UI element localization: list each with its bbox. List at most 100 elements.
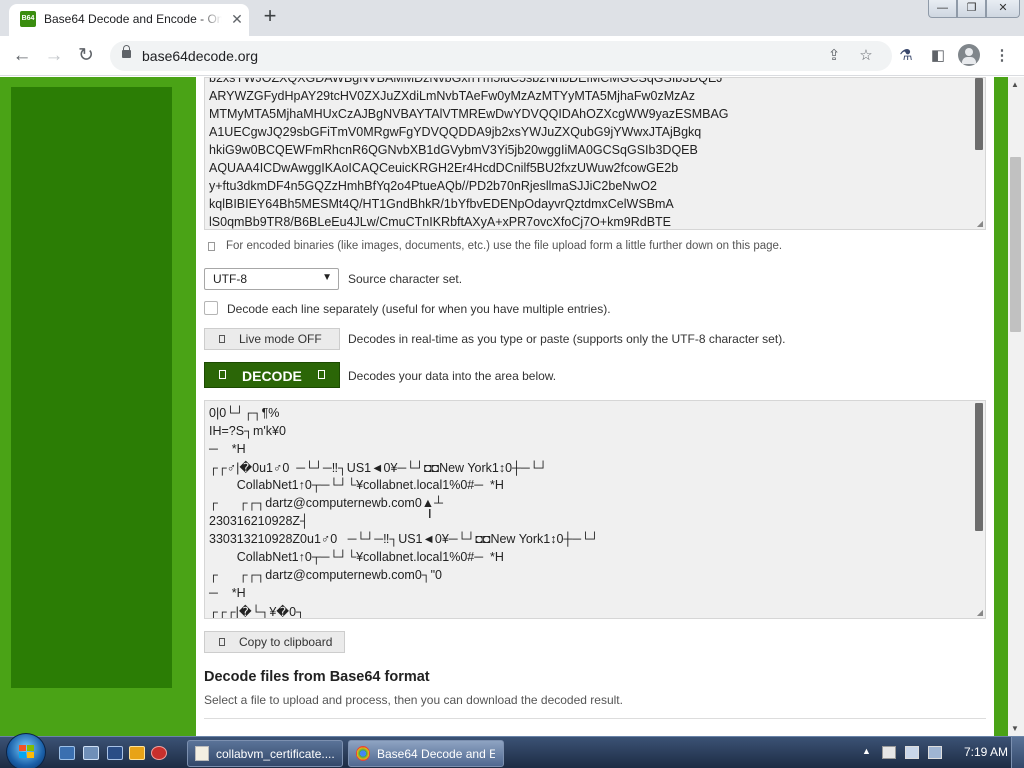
output-scrollbar-thumb[interactable] — [975, 403, 983, 531]
input-line: b2xsYWJOZXQXGDAWBgNVBAMMDzNvbGxhYm5ldC5s… — [209, 77, 723, 85]
start-button[interactable] — [6, 733, 46, 768]
page-scrollbar-thumb[interactable] — [1010, 157, 1021, 332]
output-line: 0|0└┘┌┐¶% — [209, 406, 280, 420]
lock-icon[interactable] — [122, 45, 131, 58]
chevron-down-icon: ▼ — [322, 272, 332, 283]
forward-arrow-icon[interactable]: → — [41, 43, 67, 69]
url-text: base64decode.org — [142, 48, 258, 64]
decoded-output-textarea[interactable]: 0|0└┘┌┐¶% IH=?S┐m'k¥0 ─ *H ┌┌♂|�0u1♂0 ─└… — [204, 400, 986, 619]
decode-button-label: DECODE — [242, 368, 302, 384]
input-line: hkiG9w0BCQEWFmRhcnR6QGNvbXB1dGVybmV3Yi5j… — [209, 143, 698, 157]
decode-files-heading: Decode files from Base64 format — [204, 669, 430, 685]
new-tab-button[interactable]: + — [258, 5, 282, 29]
page-scrollbar[interactable]: ▲ ▼ — [1008, 77, 1024, 736]
output-line: 330313210928Z0u1♂0 ─└┘─‼┐US1◄0¥─└┘◘◘New … — [209, 532, 599, 546]
input-line: MTMyMTA5MjhaMHUxCzAJBgNVBAYTAlVTMREwDwYD… — [209, 107, 729, 121]
input-line: ARYWZGFydHpAY29tcHV0ZXJuZXdiLmNvbTAeFw0y… — [209, 89, 695, 103]
decode-each-line-label[interactable]: Decode each line separately (useful for … — [227, 302, 611, 316]
maximize-button[interactable]: ❐ — [957, 0, 986, 18]
resize-handle-icon[interactable]: ◢ — [977, 608, 983, 617]
output-line: ─ *H — [209, 586, 246, 600]
live-mode-icon — [219, 335, 225, 343]
charset-select[interactable]: UTF-8 ▼ — [204, 268, 339, 290]
browser-tab[interactable]: B64 Base64 Decode and Encode - Online ✕ — [9, 4, 249, 36]
notepad-icon — [195, 746, 209, 761]
live-mode-button[interactable]: Live mode OFF — [204, 328, 340, 350]
main-content: b2xsYWJOZXQXGDAWBgNVBAMMDzNvbGxhYm5ldC5s… — [196, 77, 994, 736]
input-line: A1UECgwJQ29sbGFiTmV0MRgwFgYDVQQDDA9jb2xs… — [209, 125, 702, 139]
output-line: IH=?S┐m'k¥0 — [209, 424, 286, 438]
bookmark-star-icon[interactable]: ☆ — [856, 47, 876, 65]
side-panel-icon[interactable]: ◧ — [927, 45, 949, 67]
output-line: ┌┌┌|�└┐¥�0┐ — [209, 605, 305, 619]
reload-icon[interactable]: ↻ — [73, 43, 99, 69]
copy-button-label: Copy to clipboard — [239, 635, 333, 649]
minimize-button[interactable]: — — [928, 0, 957, 18]
taskbar-item-certificate[interactable]: collabvm_certificate.... — [187, 740, 343, 767]
decode-description: Decodes your data into the area below. — [348, 369, 557, 383]
volume-icon[interactable] — [928, 746, 942, 759]
app-icon[interactable] — [151, 746, 167, 760]
output-line: ┌ ┌┌┐dartz@computernewb.com0┐"0 — [209, 568, 443, 582]
back-arrow-icon[interactable]: ← — [9, 43, 35, 69]
decode-right-icon — [318, 370, 325, 379]
input-line: kqlBIBIEY64Bh5MESMt4Q/HT1GndBhkR/1bYfbvE… — [209, 197, 674, 211]
output-line: 230316210928Z┤ — [209, 514, 309, 528]
copy-icon — [219, 638, 225, 646]
input-scrollbar-thumb[interactable] — [975, 78, 983, 150]
windows-taskbar: collabvm_certificate.... Base64 Decode a… — [0, 733, 1024, 768]
show-desktop-button[interactable] — [1011, 737, 1024, 768]
left-side-panel — [11, 87, 172, 688]
file-upload-area[interactable] — [204, 718, 986, 736]
output-line: ┌┌♂|�0u1♂0 ─└┘─‼┐US1◄0¥─└┘◘◘New York1↕0┼… — [209, 461, 548, 475]
output-line: ┌ ┌┌┐dartz@computernewb.com0▲┴ — [209, 496, 443, 510]
tab-close-icon[interactable]: ✕ — [228, 10, 246, 28]
taskbar-item-label: Base64 Decode and E... — [377, 747, 495, 761]
browser-toolbar: ← → ↻ base64decode.org ⇪ ☆ ⚗ ◧ ⋮ — [0, 36, 1024, 76]
text-cursor-icon: I — [428, 506, 432, 521]
profile-avatar[interactable] — [958, 44, 980, 66]
address-bar[interactable]: base64decode.org ⇪ ☆ — [110, 41, 892, 71]
browser-tab-strip: B64 Base64 Decode and Encode - Online ✕ … — [0, 0, 1024, 36]
resize-handle-icon[interactable]: ◢ — [977, 219, 983, 228]
taskbar-item-browser[interactable]: Base64 Decode and E... — [348, 740, 504, 767]
decode-each-line-checkbox[interactable] — [204, 301, 218, 315]
tray-expand-icon[interactable]: ▲ — [862, 746, 871, 756]
live-mode-label: Live mode OFF — [239, 332, 322, 346]
menu-kebab-icon[interactable]: ⋮ — [991, 45, 1013, 67]
input-line: lS0qmBb9TR8/B6BLeEu4JLw/CmuCTnIKRbftAXyA… — [209, 215, 671, 229]
windows-logo-icon — [19, 745, 35, 759]
live-mode-description: Decodes in real-time as you type or past… — [348, 332, 786, 346]
decode-button[interactable]: DECODE — [204, 362, 340, 388]
action-center-icon[interactable] — [882, 746, 896, 759]
encoded-input-textarea[interactable]: b2xsYWJOZXQXGDAWBgNVBAMMDzNvbGxhYm5ldC5s… — [204, 77, 986, 230]
charset-select-value: UTF-8 — [213, 272, 247, 286]
close-window-button[interactable]: ✕ — [986, 0, 1020, 18]
scroll-up-arrow-icon[interactable]: ▲ — [1011, 80, 1019, 89]
charset-label: Source character set. — [348, 272, 463, 286]
network-icon[interactable] — [905, 746, 919, 759]
scroll-down-arrow-icon[interactable]: ▼ — [1011, 724, 1019, 733]
computer-icon[interactable] — [107, 746, 123, 760]
taskbar-item-label: collabvm_certificate.... — [216, 747, 334, 761]
output-line: ─ *H — [209, 442, 246, 456]
decode-left-icon — [219, 370, 226, 379]
share-icon[interactable]: ⇪ — [824, 47, 844, 65]
file-icon — [208, 242, 215, 251]
input-line: y+ftu3dkmDF4n5GQZzHmhBfYq2o4PtueAQb//PD2… — [209, 179, 658, 193]
show-desktop-icon[interactable] — [59, 746, 75, 760]
media-icon[interactable] — [129, 746, 145, 760]
file-upload-note-text: For encoded binaries (like images, docum… — [226, 240, 783, 252]
extensions-icon[interactable]: ⚗ — [895, 45, 917, 67]
decode-files-subtitle: Select a file to upload and process, the… — [204, 693, 623, 707]
input-line: AQUAA4ICDwAwggIKAoICAQCeuicKRGH2Er4HcdDC… — [209, 161, 679, 175]
tab-title: Base64 Decode and Encode - Online — [44, 12, 222, 26]
output-line: CollabNet1↑0┬─└┘└¥collabnet.local1%0#─ *… — [209, 478, 504, 492]
page-background: b2xsYWJOZXQXGDAWBgNVBAMMDzNvbGxhYm5ldC5s… — [0, 77, 1024, 736]
chrome-icon — [356, 746, 370, 761]
output-line: CollabNet1↑0┬─└┘└¥collabnet.local1%0#─ *… — [209, 550, 504, 564]
copy-to-clipboard-button[interactable]: Copy to clipboard — [204, 631, 345, 653]
explorer-icon[interactable] — [83, 746, 99, 760]
favicon-icon: B64 — [20, 11, 36, 27]
taskbar-clock[interactable]: 7:19 AM — [964, 745, 1008, 759]
